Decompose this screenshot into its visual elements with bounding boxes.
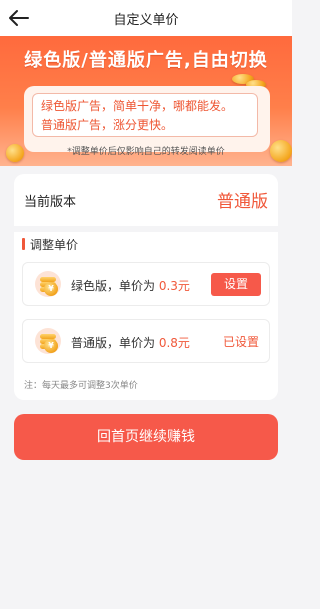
top-bar: 自定义单价 bbox=[0, 0, 292, 36]
price-prefix: ，单价为 bbox=[107, 279, 159, 293]
option-price: 0.8元 bbox=[158, 336, 190, 350]
option-name: 绿色版 bbox=[71, 279, 108, 293]
current-version-label: 当前版本 bbox=[24, 195, 77, 210]
price-option-normal: ¥ 普通版，单价为 0.8元 已设置 bbox=[22, 319, 270, 363]
section-title: 调整单价 bbox=[30, 238, 79, 252]
price-option-text: 普通版，单价为 0.8元 bbox=[71, 334, 190, 351]
section-marker bbox=[22, 238, 25, 250]
already-set-status: 已设置 bbox=[222, 335, 259, 349]
page-title: 自定义单价 bbox=[113, 13, 179, 28]
current-version-value: 普通版 bbox=[217, 192, 268, 212]
set-button[interactable]: 设置 bbox=[211, 273, 261, 296]
notice-line: 绿色版广告，简单干净，哪都能发。 bbox=[41, 99, 234, 113]
coin-stack-icon: ¥ bbox=[35, 328, 61, 354]
option-name: 普通版 bbox=[71, 336, 108, 350]
divider bbox=[14, 226, 278, 232]
notice-box: 绿色版广告，简单干净，哪都能发。 普通版广告，涨分更快。 bbox=[32, 93, 258, 137]
banner-note: *调整单价后仅影响自己的转发阅读单价 bbox=[67, 147, 225, 157]
adjust-footnote: 注：每天最多可调整3次单价 bbox=[24, 381, 138, 391]
banner-headline: 绿色版/普通版广告,自由切换 bbox=[24, 50, 268, 71]
return-home-button[interactable]: 回首页继续赚钱 bbox=[14, 414, 278, 460]
price-option-green: ¥ 绿色版，单价为 0.3元 设置 bbox=[22, 262, 270, 306]
promo-banner: 绿色版/普通版广告,自由切换 绿色版广告，简单干净，哪都能发。 普通版广告，涨分… bbox=[0, 36, 292, 166]
price-prefix: ，单价为 bbox=[107, 336, 159, 350]
notice-line: 普通版广告，涨分更快。 bbox=[41, 118, 174, 132]
price-option-text: 绿色版，单价为 0.3元 bbox=[71, 277, 190, 294]
coin-stack-icon: ¥ bbox=[35, 271, 61, 297]
settings-panel: 当前版本 普通版 调整单价 ¥ 绿色版，单价为 0.3元 设置 ¥ 普通版，单价… bbox=[14, 174, 278, 400]
option-price: 0.3元 bbox=[158, 279, 190, 293]
